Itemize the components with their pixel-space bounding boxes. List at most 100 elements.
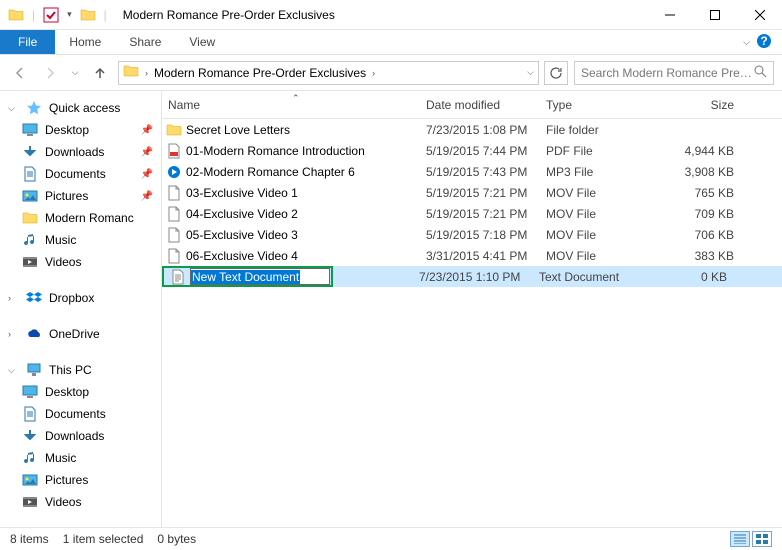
nav-label: Dropbox [49, 291, 94, 305]
properties-icon[interactable] [43, 7, 59, 23]
file-date: 5/19/2015 7:18 PM [418, 228, 538, 242]
help-icon[interactable] [756, 33, 772, 52]
tab-view[interactable]: View [175, 30, 229, 54]
quick-access-header[interactable]: ⌵ Quick access [0, 97, 161, 119]
file-row[interactable]: 06-Exclusive Video 43/31/2015 4:41 PMMOV… [162, 245, 782, 266]
sidebar-item-pc-documents[interactable]: Documents [0, 403, 161, 425]
folder-icon [80, 7, 96, 23]
sidebar-item-documents[interactable]: Documents📌 [0, 163, 161, 185]
sidebar-item-videos[interactable]: Videos [0, 251, 161, 273]
sidebar-item-pictures[interactable]: Pictures 📌 [0, 185, 161, 207]
search-placeholder: Search Modern Romance Pre-... [581, 66, 753, 80]
ribbon-expand-icon[interactable]: ⌵ [743, 37, 750, 48]
status-item-count: 8 items [10, 532, 49, 546]
back-button[interactable] [8, 61, 32, 85]
chevron-right-icon[interactable]: › [145, 68, 148, 78]
sidebar-item-pc-downloads[interactable]: Downloads [0, 425, 161, 447]
nav-label: Music [45, 451, 76, 465]
qat-divider: | [104, 8, 107, 22]
file-size: 3,908 KB [662, 165, 742, 179]
status-selected-count: 1 item selected [63, 532, 144, 546]
sidebar-item-desktop[interactable]: Desktop📌 [0, 119, 161, 141]
file-date: 5/19/2015 7:43 PM [418, 165, 538, 179]
file-row[interactable]: Secret Love Letters7/23/2015 1:08 PMFile… [162, 119, 782, 140]
nav-label: Pictures [45, 189, 88, 203]
column-name[interactable]: Name [162, 98, 418, 112]
this-pc-header[interactable]: ⌵ This PC [0, 359, 161, 381]
maximize-button[interactable] [692, 0, 737, 30]
search-input[interactable]: Search Modern Romance Pre-... [574, 61, 774, 85]
file-size: 383 KB [662, 249, 742, 263]
qat-dropdown[interactable]: ▾ [67, 9, 72, 20]
file-size: 0 KB [655, 270, 735, 284]
sidebar-item-pc-videos[interactable]: Videos [0, 491, 161, 513]
ribbon: File Home Share View ⌵ [0, 30, 782, 55]
address-dropdown-icon[interactable]: ⌵ [527, 67, 534, 78]
txt-icon [166, 269, 186, 285]
file-name: 06-Exclusive Video 4 [182, 249, 418, 263]
tab-home[interactable]: Home [55, 30, 115, 54]
rename-highlight: New Text Document [162, 266, 333, 287]
file-row[interactable]: 05-Exclusive Video 35/19/2015 7:18 PMMOV… [162, 224, 782, 245]
title-bar: | ▾ | Modern Romance Pre-Order Exclusive… [0, 0, 782, 30]
nav-label: Modern Romanc [45, 211, 134, 225]
file-type: MOV File [538, 207, 662, 221]
navigation-pane: ⌵ Quick access Desktop📌 Downloads📌 Docum… [0, 91, 162, 527]
divider: | [32, 8, 35, 22]
sidebar-item-modern-romance[interactable]: Modern Romanc [0, 207, 161, 229]
details-view-button[interactable] [730, 531, 750, 547]
sidebar-item-music[interactable]: Music [0, 229, 161, 251]
close-button[interactable] [737, 0, 782, 30]
file-name: 04-Exclusive Video 2 [182, 207, 418, 221]
file-row[interactable]: 01-Modern Romance Introduction5/19/2015 … [162, 140, 782, 161]
file-date: 5/19/2015 7:21 PM [418, 186, 538, 200]
refresh-button[interactable] [544, 61, 568, 85]
sidebar-item-dropbox[interactable]: › Dropbox [0, 287, 161, 309]
chevron-icon[interactable]: › [8, 329, 19, 339]
column-type[interactable]: Type [538, 98, 662, 112]
tab-file[interactable]: File [0, 30, 55, 54]
breadcrumb[interactable]: Modern Romance Pre-Order Exclusives [154, 66, 366, 80]
tab-share[interactable]: Share [115, 30, 175, 54]
nav-label: Videos [45, 495, 81, 509]
nav-label: Downloads [45, 145, 104, 159]
address-bar[interactable]: › Modern Romance Pre-Order Exclusives › … [118, 61, 539, 85]
pdf-icon [162, 143, 182, 159]
forward-button[interactable] [38, 61, 62, 85]
mov-icon [162, 248, 182, 264]
column-size[interactable]: Size [662, 98, 742, 112]
sidebar-item-pc-pictures[interactable]: Pictures [0, 469, 161, 491]
navigation-bar: ⌵ › Modern Romance Pre-Order Exclusives … [0, 55, 782, 91]
file-name: 01-Modern Romance Introduction [182, 144, 418, 158]
file-row[interactable]: 03-Exclusive Video 15/19/2015 7:21 PMMOV… [162, 182, 782, 203]
file-name: 02-Modern Romance Chapter 6 [182, 165, 418, 179]
nav-label: This PC [49, 363, 92, 377]
chevron-right-icon[interactable]: › [372, 68, 375, 78]
nav-label: Music [45, 233, 76, 247]
column-headers: ⌃ Name Date modified Type Size [162, 91, 782, 119]
file-date: 7/23/2015 1:08 PM [418, 123, 538, 137]
pin-icon: 📌 [141, 147, 153, 158]
thumbnails-view-button[interactable] [752, 531, 772, 547]
file-row-editing[interactable]: New Text Document7/23/2015 1:10 PMText D… [162, 266, 782, 287]
rename-input[interactable]: New Text Document [190, 268, 330, 285]
minimize-button[interactable] [647, 0, 692, 30]
chevron-down-icon[interactable]: ⌵ [8, 365, 19, 376]
sidebar-item-pc-music[interactable]: Music [0, 447, 161, 469]
file-size: 765 KB [662, 186, 742, 200]
file-row[interactable]: 04-Exclusive Video 25/19/2015 7:21 PMMOV… [162, 203, 782, 224]
search-icon [753, 64, 767, 81]
sidebar-item-pc-desktop[interactable]: Desktop [0, 381, 161, 403]
pin-icon: 📌 [141, 191, 153, 202]
up-button[interactable] [88, 61, 112, 85]
chevron-icon[interactable]: › [8, 293, 19, 303]
file-name: 05-Exclusive Video 3 [182, 228, 418, 242]
sidebar-item-onedrive[interactable]: ›OneDrive [0, 323, 161, 345]
file-size: 706 KB [662, 228, 742, 242]
chevron-down-icon[interactable]: ⌵ [8, 103, 19, 114]
file-row[interactable]: 02-Modern Romance Chapter 65/19/2015 7:4… [162, 161, 782, 182]
sidebar-item-downloads[interactable]: Downloads 📌 [0, 141, 161, 163]
file-size: 4,944 KB [662, 144, 742, 158]
column-date[interactable]: Date modified [418, 98, 538, 112]
recent-dropdown[interactable]: ⌵ [68, 61, 82, 85]
